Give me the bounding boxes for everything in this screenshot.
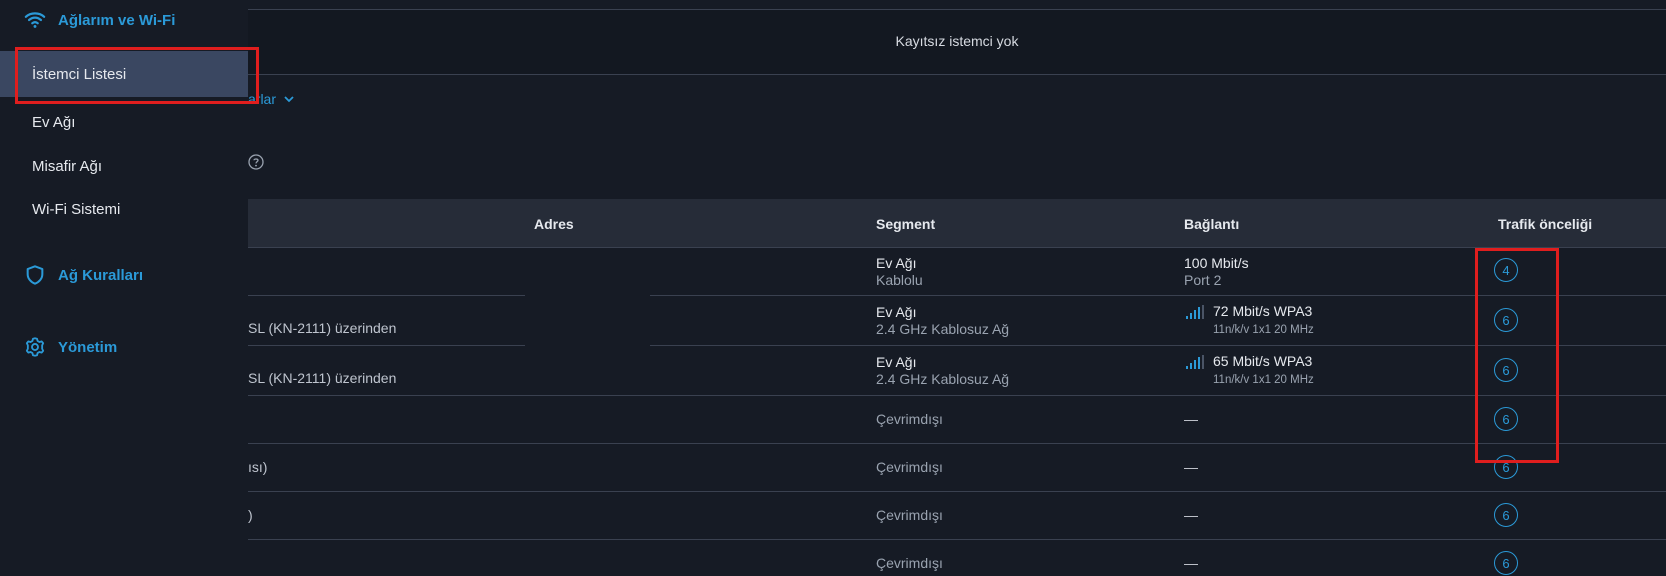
gear-icon bbox=[25, 337, 45, 357]
segment-cell: Çevrimdışı bbox=[876, 411, 943, 427]
sidebar-item-client-list[interactable]: İstemci Listesi bbox=[0, 51, 248, 97]
connection-cell: 72 Mbit/s WPA3 bbox=[1213, 303, 1313, 319]
segment-cell: Ev Ağı bbox=[876, 304, 917, 320]
segment-sub-cell: 2.4 GHz Kablosuz Ağ bbox=[876, 321, 1010, 337]
header-connection[interactable]: Bağlantı bbox=[1184, 216, 1239, 232]
section-management-title[interactable]: Yönetim bbox=[58, 339, 117, 356]
traffic-priority-badge[interactable]: 6 bbox=[1494, 455, 1518, 479]
sidebar-item-wifi-system[interactable]: Wi-Fi Sistemi bbox=[0, 186, 248, 232]
table-row[interactable]: ısı) Çevrimdışı — 6 bbox=[248, 444, 1666, 492]
connection-cell: — bbox=[1184, 459, 1198, 475]
table-row[interactable]: Ev Ağı Kablolu 100 Mbit/s Port 2 4 bbox=[248, 248, 1666, 296]
traffic-priority-badge[interactable]: 4 bbox=[1494, 258, 1518, 282]
table-row[interactable]: SL (KN-2111) üzerinden Ev Ağı 2.4 GHz Ka… bbox=[248, 346, 1666, 396]
table-row[interactable]: Çevrimdışı — 6 bbox=[248, 396, 1666, 444]
header-segment[interactable]: Segment bbox=[876, 216, 935, 232]
chevron-down-icon bbox=[284, 96, 294, 103]
connection-sub-cell: 11n/k/v 1x1 20 MHz bbox=[1213, 324, 1314, 336]
segment-cell: Ev Ağı bbox=[876, 354, 917, 370]
traffic-priority-badge[interactable]: 6 bbox=[1494, 551, 1518, 575]
segment-sub-cell: 2.4 GHz Kablosuz Ağ bbox=[876, 371, 1010, 387]
segment-sub-cell: Kablolu bbox=[876, 272, 923, 288]
help-icon[interactable] bbox=[248, 154, 264, 170]
segment-cell: Ev Ağı bbox=[876, 255, 917, 271]
connection-cell: 65 Mbit/s WPA3 bbox=[1213, 353, 1313, 369]
client-table: Adres Segment Bağlantı Trafik önceliği E… bbox=[248, 199, 1666, 576]
segment-cell: Çevrimdışı bbox=[876, 507, 943, 523]
connection-cell: 100 Mbit/s bbox=[1184, 255, 1249, 271]
table-header: Adres Segment Bağlantı Trafik önceliği bbox=[248, 199, 1666, 248]
connection-cell: — bbox=[1184, 507, 1198, 523]
connection-sub-cell: 11n/k/v 1x1 20 MHz bbox=[1213, 374, 1314, 386]
header-traffic-priority[interactable]: Trafik önceliği bbox=[1498, 216, 1592, 232]
connection-cell: — bbox=[1184, 411, 1198, 427]
client-name-cell: ısı) bbox=[248, 459, 268, 475]
connection-sub-cell: Port 2 bbox=[1184, 272, 1222, 288]
signal-strength-icon bbox=[1186, 305, 1204, 319]
section-networks-wifi[interactable]: Ağlarım ve Wi-Fi bbox=[24, 9, 175, 31]
header-address[interactable]: Adres bbox=[534, 216, 574, 232]
section-management[interactable]: Yönetim bbox=[24, 336, 117, 358]
signal-strength-icon bbox=[1186, 355, 1204, 369]
main-content: Kayıtsız istemci yok arlar Adres Segment… bbox=[248, 0, 1666, 576]
client-name-cell: SL (KN-2111) üzerinden bbox=[248, 370, 397, 386]
filter-dropdown-link[interactable]: arlar bbox=[248, 91, 296, 107]
section-networks-title[interactable]: Ağlarım ve Wi-Fi bbox=[58, 12, 175, 29]
traffic-priority-badge[interactable]: 6 bbox=[1494, 407, 1518, 431]
filter-link-label[interactable]: arlar bbox=[248, 91, 276, 107]
address-column-blank bbox=[525, 248, 650, 388]
wifi-icon bbox=[24, 12, 46, 28]
traffic-priority-badge[interactable]: 6 bbox=[1494, 358, 1518, 382]
sidebar-item-guest-network[interactable]: Misafir Ağı bbox=[0, 143, 248, 189]
shield-icon bbox=[26, 265, 44, 285]
segment-cell: Çevrimdışı bbox=[876, 555, 943, 571]
client-name-cell: SL (KN-2111) üzerinden bbox=[248, 320, 397, 336]
connection-cell: — bbox=[1184, 555, 1198, 571]
section-network-rules-title[interactable]: Ağ Kuralları bbox=[58, 267, 143, 284]
unregistered-clients-text: Kayıtsız istemci yok bbox=[895, 33, 1019, 49]
sidebar: Ağlarım ve Wi-Fi İstemci Listesi Ev Ağı … bbox=[0, 0, 248, 576]
traffic-priority-badge[interactable]: 6 bbox=[1494, 308, 1518, 332]
segment-cell: Çevrimdışı bbox=[876, 459, 943, 475]
table-row[interactable]: ) Çevrimdışı — 6 bbox=[248, 492, 1666, 540]
table-row[interactable]: Çevrimdışı — 6 bbox=[248, 540, 1666, 576]
section-network-rules[interactable]: Ağ Kuralları bbox=[24, 264, 143, 286]
sidebar-item-home-network[interactable]: Ev Ağı bbox=[0, 99, 248, 145]
client-name-cell: ) bbox=[248, 507, 253, 523]
unregistered-clients-box: Kayıtsız istemci yok bbox=[248, 9, 1666, 75]
traffic-priority-badge[interactable]: 6 bbox=[1494, 503, 1518, 527]
table-row[interactable]: SL (KN-2111) üzerinden Ev Ağı 2.4 GHz Ka… bbox=[248, 296, 1666, 346]
